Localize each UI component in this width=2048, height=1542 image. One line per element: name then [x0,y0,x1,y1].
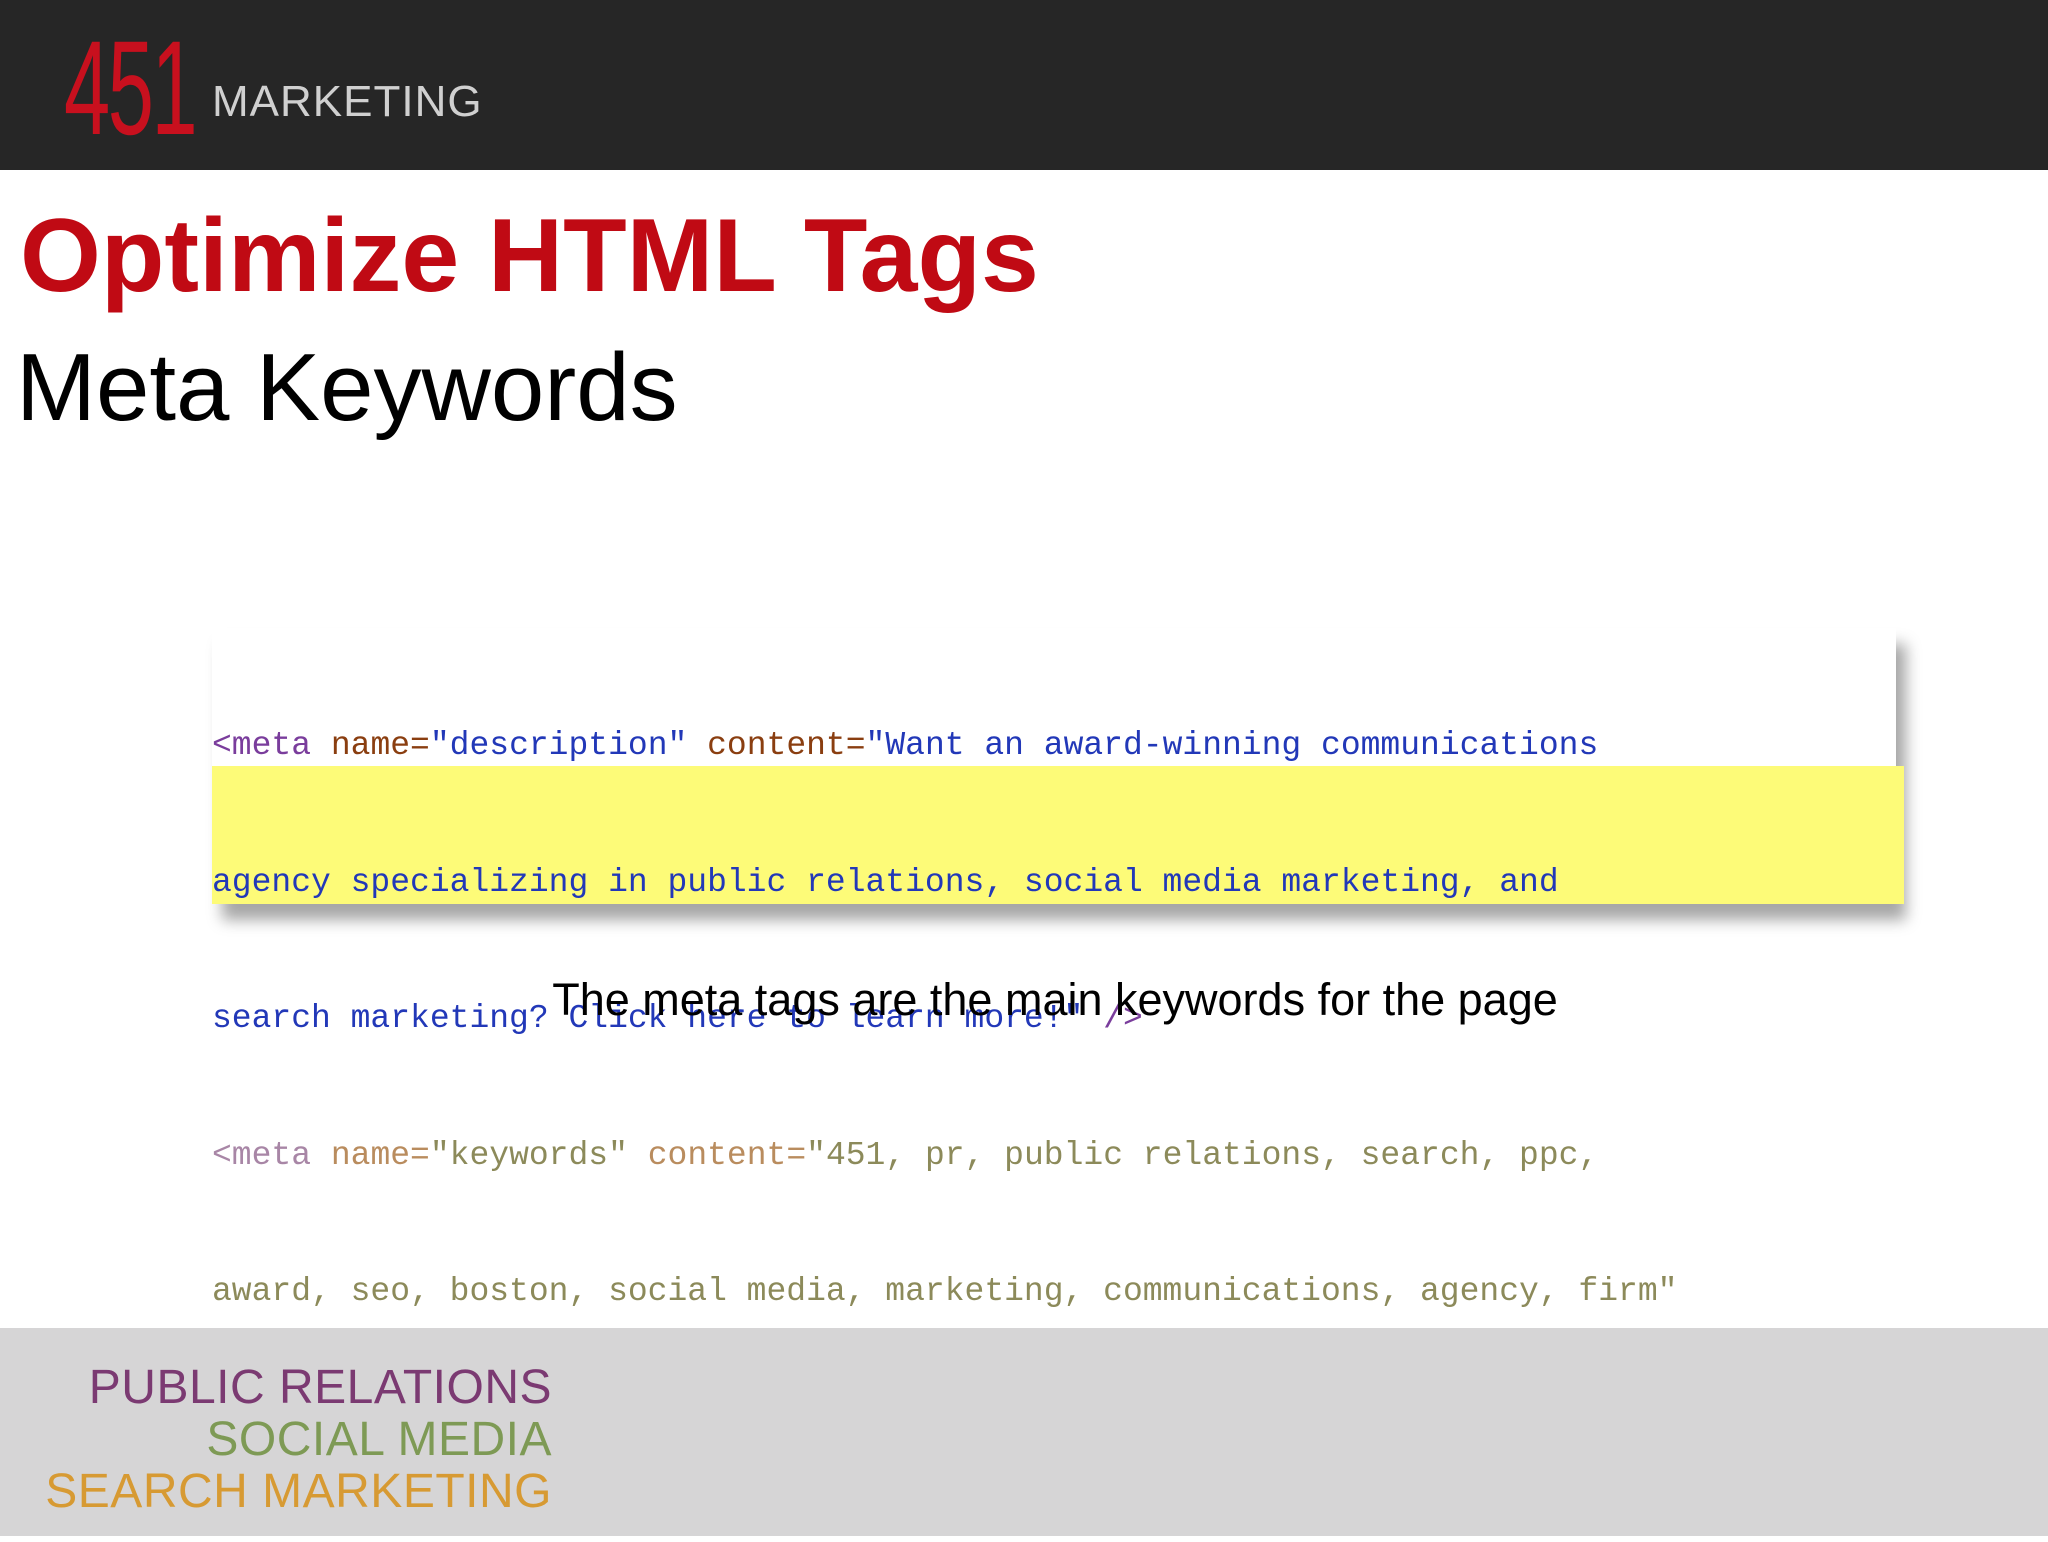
code-line-4: <meta name="keywords" content="451, pr, … [212,1133,1896,1179]
code-line-2: agency specializing in public relations,… [212,863,1559,901]
footer-bar: PUBLIC RELATIONS SOCIAL MEDIA SEARCH MAR… [0,1328,2048,1536]
code-line-1: <meta name="description" content="Want a… [212,723,1896,769]
footer-search-marketing: SEARCH MARKETING [45,1465,552,1518]
footer-public-relations: PUBLIC RELATIONS [88,1361,552,1414]
code-attr: name= [311,727,430,764]
footer-social-media: SOCIAL MEDIA [206,1413,552,1466]
slide-subtitle: Meta Keywords [16,334,678,441]
code-value: "451, pr, public relations, search, ppc, [806,1136,1599,1174]
code-value: "Want an award-winning communications [865,727,1599,764]
logo-word: MARKETING [212,77,483,126]
code-attr: content= [627,1136,807,1174]
code-line-5: award, seo, boston, social media, market… [212,1273,1678,1310]
code-block: <meta name="description" content="Want a… [212,628,1896,1447]
code-tag: <meta [212,1136,312,1174]
code-value: "description" [429,727,688,764]
code-screenshot: <meta name="description" content="Want a… [212,628,1904,1447]
slide-title: Optimize HTML Tags [20,198,1039,314]
code-attr: name= [311,1136,430,1174]
slide-caption: The meta tags are the main keywords for … [552,974,1558,1025]
header-bar: 451 MARKETING [0,0,2048,170]
logo-number: 451 [64,14,198,163]
code-value: "keywords" [429,1136,628,1174]
code-attr: content= [687,727,866,764]
code-tag: <meta [212,727,312,764]
